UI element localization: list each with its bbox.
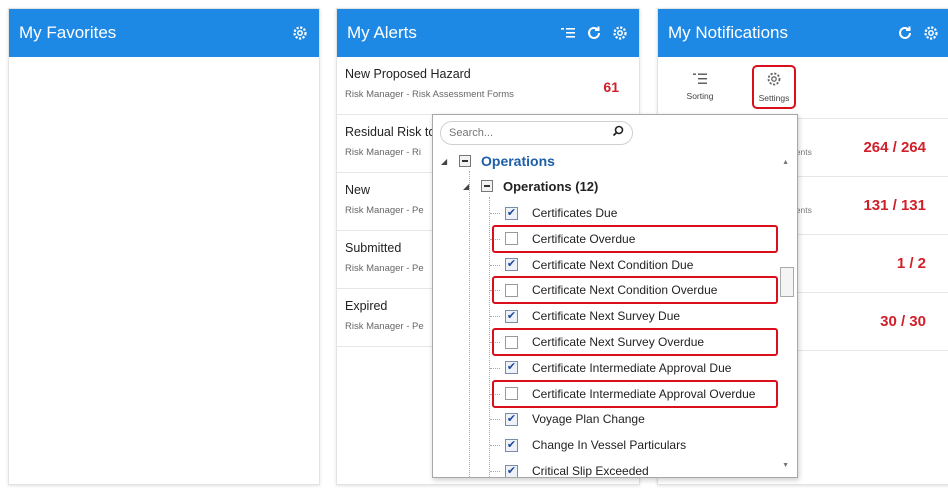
checkbox-icon[interactable] (505, 232, 518, 246)
list-icon[interactable] (559, 24, 577, 42)
tree-root-label: Operations (481, 153, 555, 169)
tree-connector (490, 419, 500, 421)
tree-leaf-label: Certificate Next Condition Overdue (532, 283, 718, 298)
tree-connector (490, 213, 500, 214)
gear-icon[interactable] (922, 24, 940, 42)
tree-leaf-label: Change In Vessel Particulars (532, 438, 687, 453)
tree-leaf-item[interactable]: ✔ Certificate Next Condition Due (505, 255, 693, 275)
search-icon[interactable] (612, 124, 624, 142)
notifications-toolbar: Sorting Settings (658, 57, 948, 119)
tree-group-operations[interactable]: ◢ Operations (12) (463, 176, 598, 196)
alerts-title: My Alerts (347, 23, 417, 42)
checkbox-icon[interactable]: ✔ (505, 438, 518, 452)
notifications-header: My Notifications (658, 9, 948, 57)
favorites-title: My Favorites (19, 23, 117, 42)
sorting-label: Sorting (686, 91, 714, 101)
notification-count[interactable]: 131 / 131 (863, 197, 926, 214)
alerts-header: My Alerts (337, 9, 639, 57)
settings-button[interactable]: Settings (752, 65, 796, 109)
notifications-title: My Notifications (668, 23, 788, 42)
tree-leaf-item[interactable]: ✔ Certificate Intermediate Approval Due (505, 358, 731, 378)
tree-connector (490, 471, 500, 472)
tree-connector (490, 264, 500, 266)
tree-leaf-item[interactable]: Certificate Next Survey Overdue (505, 332, 704, 352)
tree-group-label: Operations (12) (503, 178, 599, 194)
tree-leaf-label: Certificate Intermediate Approval Overdu… (532, 386, 756, 401)
scrollbar-thumb[interactable] (780, 267, 794, 297)
checkbox-icon[interactable]: ✔ (505, 309, 518, 323)
tree-leaf-item[interactable]: ✔ Certificates Due (505, 203, 617, 223)
expand-triangle-icon[interactable]: ◢ (463, 182, 475, 191)
tree-leaf-item[interactable]: Certificate Next Condition Overdue (505, 280, 717, 300)
tree-connector (490, 316, 500, 318)
tree-leaf-item[interactable]: Certificate Overdue (505, 229, 635, 249)
tree-connector (469, 171, 470, 477)
sort-icon (693, 73, 707, 87)
minus-icon[interactable] (481, 180, 493, 192)
tree-leaf-label: Critical Slip Exceeded (532, 464, 649, 478)
expand-triangle-icon[interactable]: ◢ (441, 157, 453, 166)
gear-icon (766, 71, 782, 89)
gear-icon[interactable] (291, 24, 309, 42)
tree-leaf-item[interactable]: ✔ Voyage Plan Change (505, 409, 645, 429)
tree-connector (490, 445, 500, 447)
scroll-up-icon[interactable]: ▲ (782, 159, 789, 166)
checkbox-icon[interactable] (505, 335, 518, 349)
notification-count[interactable]: 264 / 264 (863, 139, 926, 156)
tree-root-operations[interactable]: ◢ Operations (441, 151, 555, 171)
alert-title: New Proposed Hazard (345, 67, 471, 81)
sorting-button[interactable]: Sorting (678, 65, 722, 109)
scroll-down-icon[interactable]: ▼ (782, 462, 789, 469)
tree-leaf-label: Certificate Next Survey Due (532, 309, 681, 324)
settings-label: Settings (758, 93, 790, 103)
alert-subtitle: Risk Manager - Risk Assessment Forms (345, 89, 514, 100)
checkbox-icon[interactable]: ✔ (505, 258, 518, 272)
favorites-header: My Favorites (9, 9, 319, 57)
tree-leaf-label: Certificate Overdue (532, 231, 636, 246)
checkbox-icon[interactable] (505, 387, 518, 401)
checkbox-icon[interactable]: ✔ (505, 361, 518, 375)
refresh-icon[interactable] (896, 24, 914, 42)
tree-leaf-item[interactable]: ✔ Critical Slip Exceeded (505, 461, 649, 478)
notification-count[interactable]: 30 / 30 (880, 313, 926, 330)
notification-count[interactable]: 1 / 2 (897, 255, 926, 272)
checkbox-icon[interactable] (505, 283, 518, 297)
tree-leaf-label: Certificate Intermediate Approval Due (532, 360, 732, 375)
tree-leaf-label: Certificates Due (532, 206, 618, 220)
tree-leaf-item[interactable]: ✔ Change In Vessel Particulars (505, 435, 686, 455)
tree-leaf-item[interactable]: Certificate Intermediate Approval Overdu… (505, 384, 755, 404)
notification-settings-popup: ◢ Operations ◢ Operations (12) ✔ Certific… (432, 114, 798, 478)
tree-leaf-label: Certificate Next Condition Due (532, 257, 694, 272)
tree-leaf-item[interactable]: ✔ Certificate Next Survey Due (505, 306, 680, 326)
tree-leaf-label: Voyage Plan Change (532, 412, 645, 427)
gear-icon[interactable] (611, 24, 629, 42)
alert-count[interactable]: 61 (603, 79, 619, 95)
search-box (440, 121, 633, 145)
checkbox-icon[interactable]: ✔ (505, 206, 518, 220)
refresh-icon[interactable] (585, 24, 603, 42)
alert-item[interactable]: New Proposed Hazard Risk Manager - Risk … (337, 57, 639, 115)
tree-leaf-label: Certificate Next Survey Overdue (532, 335, 705, 349)
checkbox-icon[interactable]: ✔ (505, 464, 518, 477)
search-input[interactable] (449, 127, 612, 139)
favorites-panel: My Favorites (8, 8, 320, 485)
checkbox-icon[interactable]: ✔ (505, 412, 518, 426)
tree-connector (490, 367, 500, 369)
minus-icon[interactable] (459, 155, 471, 167)
